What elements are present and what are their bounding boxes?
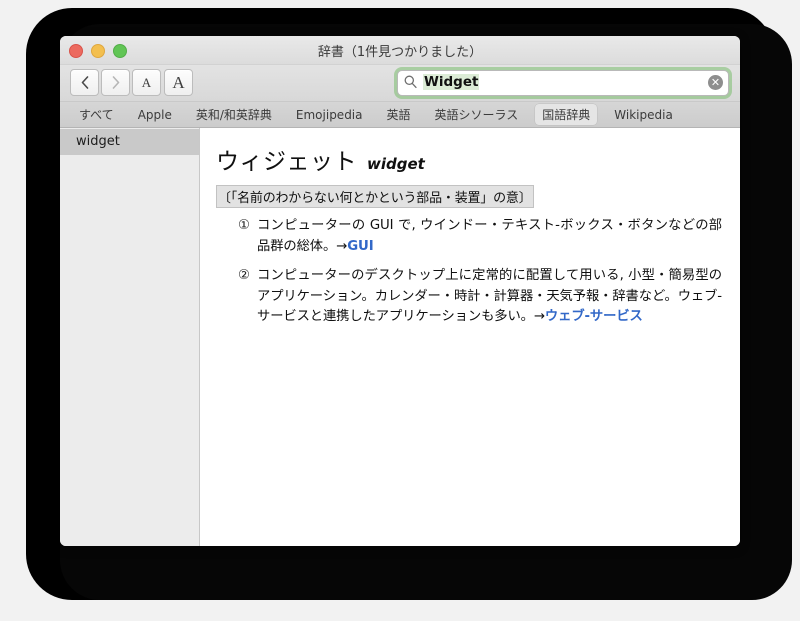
tab-english[interactable]: 英語 [380, 104, 418, 125]
sense-text: コンピューターの GUI で, ウインドー・テキスト-ボックス・ボタンなどの部品… [257, 216, 722, 257]
tab-emojipedia[interactable]: Emojipedia [289, 106, 370, 124]
cross-reference-link[interactable]: GUI [347, 239, 373, 254]
content-split-view: widget ウィジェット widget 〔「名前のわからない何とかという部品・… [60, 128, 740, 546]
source-tab-bar: すべて Apple 英和/和英辞典 Emojipedia 英語 英語シソーラス … [60, 102, 740, 128]
clear-icon[interactable]: ✕ [708, 75, 723, 90]
window-titlebar: 辞書（1件見つかりました） [60, 36, 740, 65]
results-sidebar: widget [60, 128, 200, 546]
sense-number: ① [238, 218, 250, 233]
decrease-text-size-button[interactable]: A [132, 69, 161, 96]
back-button[interactable] [70, 69, 99, 96]
sense-text: コンピューターのデスクトップ上に定常的に配置して用いる, 小型・簡易型のアプリケ… [257, 266, 722, 328]
tab-apple[interactable]: Apple [131, 106, 179, 124]
toolbar: A A Widget ✕ [60, 65, 740, 102]
cross-reference-link[interactable]: ウェブ-サービス [545, 309, 643, 324]
navigation-button-group [70, 69, 130, 96]
window-title: 辞書（1件見つかりました） [317, 45, 483, 60]
increase-text-size-button[interactable]: A [164, 69, 193, 96]
tab-je-ej-dict[interactable]: 英和/和英辞典 [189, 104, 279, 125]
search-icon [404, 75, 417, 94]
tab-wikipedia[interactable]: Wikipedia [607, 106, 680, 124]
large-a-label: A [172, 72, 185, 92]
forward-button[interactable] [101, 69, 130, 96]
search-field[interactable]: Widget ✕ [397, 70, 729, 96]
tab-english-thesaurus[interactable]: 英語シソーラス [428, 104, 526, 125]
entry-content: ウィジェット widget 〔「名前のわからない何とかという部品・装置」の意〕 … [200, 128, 740, 546]
headword-romanization: widget [367, 155, 425, 173]
tab-all[interactable]: すべて [72, 104, 121, 125]
small-a-label: A [141, 74, 152, 90]
dictionary-window: 辞書（1件見つかりました） A A Widget ✕ すべて Apple 英和/… [60, 36, 740, 546]
sense-item: ② コンピューターのデスクトップ上に定常的に配置して用いる, 小型・簡易型のアプ… [216, 266, 722, 328]
search-input-value[interactable]: Widget [423, 74, 480, 90]
sense-item: ① コンピューターの GUI で, ウインドー・テキスト-ボックス・ボタンなどの… [216, 216, 722, 257]
chevron-left-icon [81, 76, 88, 89]
chevron-right-icon [112, 76, 119, 89]
etymology-note: 〔「名前のわからない何とかという部品・装置」の意〕 [216, 185, 534, 208]
headword-row: ウィジェット widget [216, 142, 722, 176]
sense-body: コンピューターのデスクトップ上に定常的に配置して用いる, 小型・簡易型のアプリケ… [257, 268, 722, 325]
sense-body: コンピューターの GUI で, ウインドー・テキスト-ボックス・ボタンなどの部品… [257, 218, 722, 254]
headword: ウィジェット [216, 149, 357, 175]
text-size-button-group: A A [132, 69, 193, 96]
sense-number: ② [238, 268, 250, 284]
tab-kokugo-dict[interactable]: 国語辞典 [535, 104, 598, 125]
sidebar-item-widget[interactable]: widget [60, 129, 199, 155]
